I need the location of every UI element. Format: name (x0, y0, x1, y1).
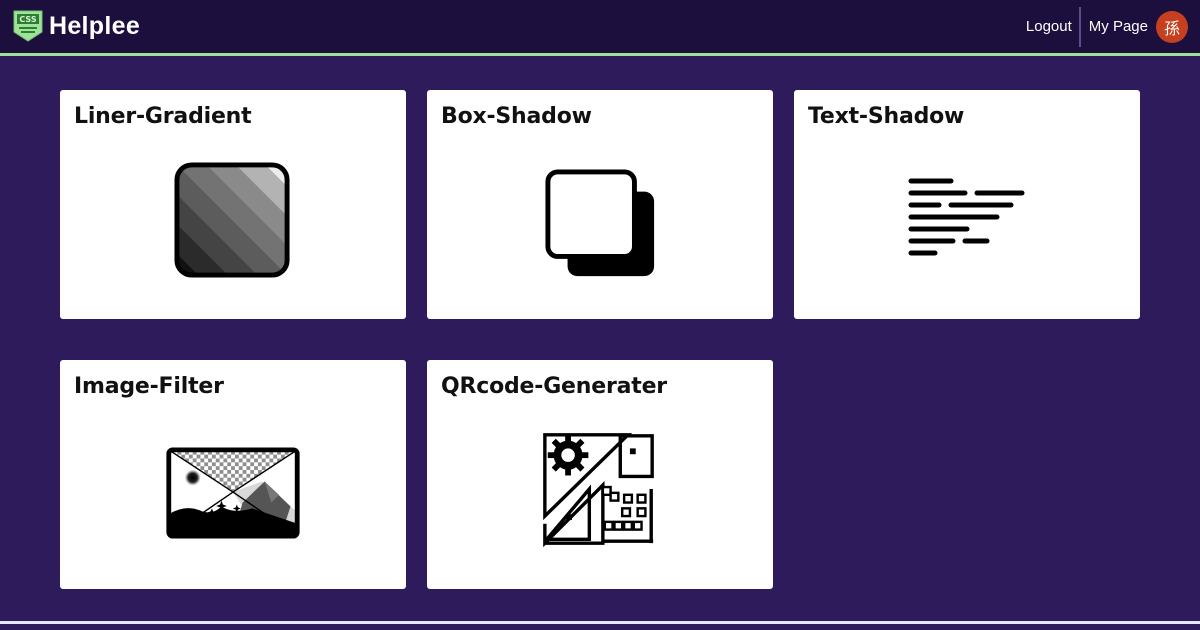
linear-gradient-icon (174, 162, 290, 278)
footer-divider (0, 621, 1200, 624)
brand-name: Helplee (49, 12, 141, 40)
qrcode-icon (543, 433, 654, 547)
card-title: Image-Filter (74, 374, 224, 399)
css-logo-icon: CSS (13, 10, 43, 42)
avatar[interactable]: 孫 (1156, 10, 1188, 43)
logo-text: CSS (19, 15, 36, 24)
image-filter-icon (166, 447, 300, 539)
nav-divider (1078, 6, 1081, 47)
brand-home-link[interactable]: CSS Helplee (13, 10, 140, 42)
card-title: Box-Shadow (441, 104, 592, 129)
box-shadow-icon (545, 169, 655, 277)
my-page-link[interactable]: My Page (1089, 18, 1148, 35)
top-header: CSS Helplee Logout My Page 孫 (0, 0, 1200, 56)
card-box-shadow[interactable]: Box-Shadow (427, 90, 773, 319)
card-title: Liner-Gradient (74, 104, 252, 129)
card-text-shadow[interactable]: Text-Shadow (794, 90, 1140, 319)
card-qrcode-generater[interactable]: QRcode-Generater (427, 360, 773, 589)
logout-link[interactable]: Logout (1026, 18, 1072, 35)
card-title: QRcode-Generater (441, 374, 667, 399)
text-lines-icon (908, 178, 1025, 256)
header-nav: Logout My Page 孫 (1026, 0, 1188, 53)
card-liner-gradient[interactable]: Liner-Gradient (60, 90, 406, 319)
card-title: Text-Shadow (808, 104, 965, 129)
card-image-filter[interactable]: Image-Filter (60, 360, 406, 589)
